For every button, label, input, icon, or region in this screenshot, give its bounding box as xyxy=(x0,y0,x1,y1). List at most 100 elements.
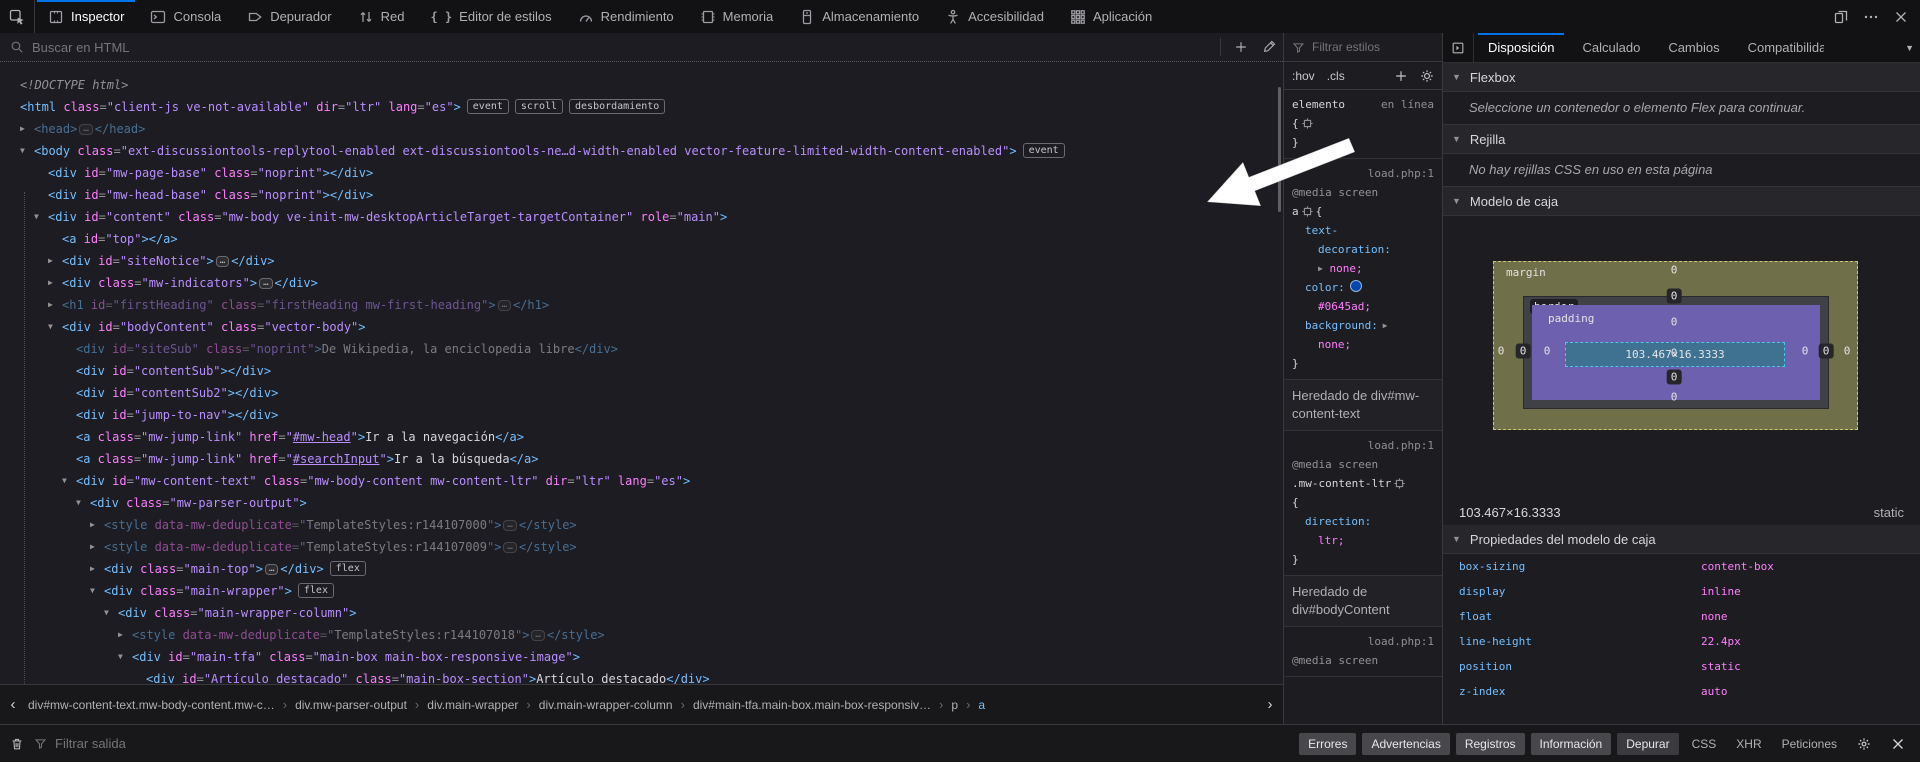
markup-line[interactable]: <!DOCTYPE html> xyxy=(0,74,1283,96)
markup-line[interactable]: ▼<div class="main-wrapper-column"> xyxy=(0,602,1283,624)
clear-console-button[interactable] xyxy=(0,737,34,751)
expand-twisty-icon[interactable]: ▶ xyxy=(118,624,130,646)
border-right-value[interactable]: 0 xyxy=(1819,344,1834,359)
breadcrumb-item[interactable]: div#mw-content-text.mw-body-content.mw-c… xyxy=(26,695,277,715)
border-bottom-value[interactable]: 0 xyxy=(1667,370,1682,385)
html-search-input[interactable]: Buscar en HTML xyxy=(0,40,1214,55)
sidebar-tab-compatibilidad[interactable]: Compatibilidad xyxy=(1734,33,1824,62)
tab-red[interactable]: Red xyxy=(345,0,418,33)
expand-inline-icon[interactable]: … xyxy=(503,520,516,531)
property-value[interactable]: auto xyxy=(1701,679,1728,704)
markup-line[interactable]: ▶<style data-mw-deduplicate="TemplateSty… xyxy=(0,624,1283,646)
property-value[interactable]: static xyxy=(1701,654,1741,679)
markup-line[interactable]: ▶<div id="siteNotice">…</div> xyxy=(0,250,1283,272)
tab-inspector[interactable]: Inspector xyxy=(35,0,137,33)
markup-line[interactable]: <div id="contentSub"></div> xyxy=(0,360,1283,382)
css-property-name[interactable]: decoration: xyxy=(1318,243,1391,256)
markup-line[interactable]: <div id="mw-head-base" class="noprint"><… xyxy=(0,184,1283,206)
padding-top-value[interactable]: 0 xyxy=(1671,316,1678,329)
css-property-name[interactable]: text- xyxy=(1305,224,1338,237)
section-grid-header[interactable]: ▼ Rejilla xyxy=(1443,125,1920,154)
markup-line[interactable]: ▼<div class="mw-parser-output"> xyxy=(0,492,1283,514)
markup-line[interactable]: ▶<style data-mw-deduplicate="TemplateSty… xyxy=(0,514,1283,536)
border-top-value[interactable]: 0 xyxy=(1667,289,1682,304)
breadcrumb-item[interactable]: div#main-tfa.main-box.main-box-responsiv… xyxy=(691,695,933,715)
pseudo-class-toggle[interactable]: :hov xyxy=(1292,69,1315,83)
section-boxmodel-properties-header[interactable]: ▼ Propiedades del modelo de caja xyxy=(1443,525,1920,554)
css-property-name[interactable]: color: xyxy=(1305,281,1345,294)
breadcrumb-item[interactable]: div.main-wrapper xyxy=(425,695,520,715)
rule-source-link[interactable]: en línea xyxy=(1381,95,1434,114)
expand-inline-icon[interactable]: … xyxy=(259,278,272,289)
add-node-button[interactable] xyxy=(1227,35,1255,59)
markup-badge[interactable]: flex xyxy=(330,561,366,576)
collapse-twisty-icon[interactable]: ▼ xyxy=(104,602,116,624)
tab-rendimiento[interactable]: Rendimiento xyxy=(565,0,687,33)
tab-consola[interactable]: Consola xyxy=(137,0,234,33)
expand-inline-icon[interactable]: … xyxy=(79,124,92,135)
css-property-name[interactable]: direction: xyxy=(1305,515,1371,528)
css-property-value[interactable]: none; xyxy=(1323,262,1363,275)
markup-line[interactable]: ▶<div class="mw-indicators">…</div> xyxy=(0,272,1283,294)
filter-output-input[interactable]: Filtrar salida xyxy=(34,736,126,751)
markup-line[interactable]: ▼<div id="content" class="mw-body ve-ini… xyxy=(0,206,1283,228)
close-devtools-button[interactable] xyxy=(1888,4,1914,30)
breadcrumb-item[interactable]: div.main-wrapper-column xyxy=(537,695,675,715)
markup-line[interactable]: ▶<div class="main-top">…</div>flex xyxy=(0,558,1283,580)
console-filter-información[interactable]: Información xyxy=(1531,733,1612,755)
margin-bottom-value[interactable]: 0 xyxy=(1671,391,1678,404)
console-settings-button[interactable] xyxy=(1850,737,1878,751)
console-filter-errores[interactable]: Errores xyxy=(1299,733,1356,755)
collapse-twisty-icon[interactable]: ▼ xyxy=(48,316,60,338)
markup-line[interactable]: <a class="mw-jump-link" href="#searchInp… xyxy=(0,448,1283,470)
markup-line[interactable]: ▼<div id="mw-content-text" class="mw-bod… xyxy=(0,470,1283,492)
sidebar-tab-disposición[interactable]: Disposición xyxy=(1474,33,1568,62)
expand-twisty-icon[interactable]: ▶ xyxy=(48,250,60,272)
padding-left-value[interactable]: 0 xyxy=(1544,345,1551,358)
expand-twisty-icon[interactable]: ▶ xyxy=(90,558,102,580)
tab-depurador[interactable]: Depurador xyxy=(234,0,344,33)
markup-line[interactable]: <a id="top"></a> xyxy=(0,228,1283,250)
color-swatch[interactable] xyxy=(1350,280,1362,292)
rule-source-link[interactable]: load.php:1 xyxy=(1368,632,1434,651)
selector-highlighter-icon[interactable] xyxy=(1302,206,1313,217)
markup-line[interactable]: ▼<div id="main-tfa" class="main-box main… xyxy=(0,646,1283,668)
class-toggle[interactable]: .cls xyxy=(1327,69,1345,83)
rule-source-link[interactable]: load.php:1 xyxy=(1368,164,1434,183)
markup-line[interactable]: <div id="Artículo destacado" class="main… xyxy=(0,668,1283,684)
console-filter-registros[interactable]: Registros xyxy=(1456,733,1525,755)
add-rule-icon[interactable] xyxy=(1394,69,1408,83)
collapse-twisty-icon[interactable]: ▼ xyxy=(118,646,130,668)
markup-line[interactable]: <html class="client-js ve-not-available"… xyxy=(0,96,1283,118)
expand-inline-icon[interactable]: … xyxy=(498,300,511,311)
expand-twisty-icon[interactable]: ▶ xyxy=(90,514,102,536)
expand-twisty-icon[interactable]: ▶ xyxy=(20,118,32,140)
expand-inline-icon[interactable]: … xyxy=(216,256,229,267)
markup-badge[interactable]: scroll xyxy=(515,99,563,114)
collapse-twisty-icon[interactable]: ▼ xyxy=(34,206,46,228)
collapse-twisty-icon[interactable]: ▼ xyxy=(62,470,74,492)
markup-line[interactable]: <div id="mw-page-base" class="noprint"><… xyxy=(0,162,1283,184)
rule-source-link[interactable]: load.php:1 xyxy=(1368,436,1434,455)
collapse-twisty-icon[interactable]: ▼ xyxy=(76,492,88,514)
expand-twisty-icon[interactable]: ▶ xyxy=(90,536,102,558)
responsive-mode-button[interactable] xyxy=(1828,4,1854,30)
sidebar-toggle-button[interactable] xyxy=(1443,33,1474,62)
tab-accesibilidad[interactable]: Accesibilidad xyxy=(932,0,1057,33)
markup-badge[interactable]: flex xyxy=(298,583,334,598)
markup-line[interactable]: ▼<body class="ext-discussiontools-replyt… xyxy=(0,140,1283,162)
expand-inline-icon[interactable]: … xyxy=(503,542,516,553)
markup-line[interactable]: <a class="mw-jump-link" href="#mw-head">… xyxy=(0,426,1283,448)
eyedropper-button[interactable] xyxy=(1255,35,1283,59)
breadcrumb-item[interactable]: div.mw-parser-output xyxy=(293,695,409,715)
console-filter-xhr[interactable]: XHR xyxy=(1729,733,1768,755)
collapse-twisty-icon[interactable]: ▼ xyxy=(90,580,102,602)
sidebar-tab-cambios[interactable]: Cambios xyxy=(1654,33,1733,62)
expand-twisty-icon[interactable]: ▶ xyxy=(48,272,60,294)
markup-line[interactable]: <div id="jump-to-nav"></div> xyxy=(0,404,1283,426)
css-property-value[interactable]: #0645ad; xyxy=(1318,300,1371,313)
markup-line[interactable]: <div id="siteSub" class="noprint">De Wik… xyxy=(0,338,1283,360)
expand-twisty-icon[interactable]: ▶ xyxy=(48,294,60,316)
tab-aplicación[interactable]: Aplicación xyxy=(1057,0,1165,33)
markup-badge[interactable]: event xyxy=(467,99,509,114)
